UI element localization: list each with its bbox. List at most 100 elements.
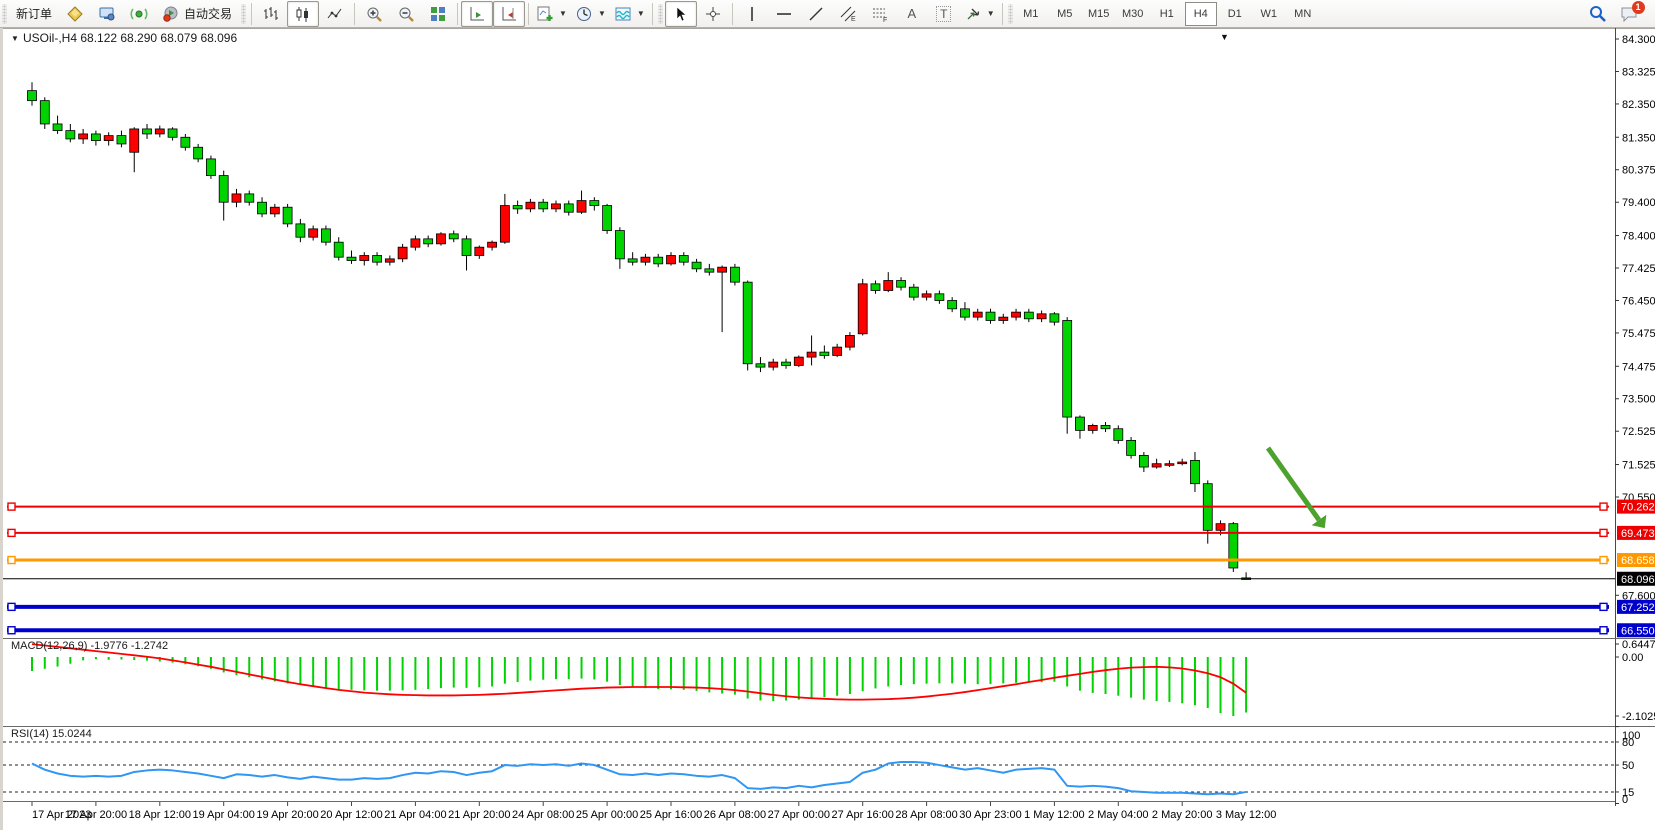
- tab-timeframe-w1[interactable]: W1: [1253, 2, 1285, 26]
- time-tick-label: 26 Apr 08:00: [704, 809, 766, 821]
- crosshair-tool-button[interactable]: [697, 1, 729, 27]
- rsi-axis-label: 80: [1622, 737, 1634, 749]
- candle-body: [321, 229, 330, 242]
- time-tick-label: 3 May 12:00: [1216, 809, 1277, 821]
- time-tick-label: 28 Apr 08:00: [895, 809, 957, 821]
- clock-icon: [575, 5, 593, 23]
- toolbar-grip[interactable]: [658, 4, 663, 24]
- price-tick-label: 72.525: [1622, 426, 1655, 438]
- tab-timeframe-h1[interactable]: H1: [1151, 2, 1183, 26]
- toolbar-grip[interactable]: [241, 4, 246, 24]
- candle-body: [845, 335, 854, 347]
- candle-body: [667, 256, 676, 264]
- toolbar-grip[interactable]: [2, 4, 7, 24]
- time-tick-label: 19 Apr 20:00: [256, 809, 318, 821]
- price-tick-label: 77.425: [1622, 263, 1655, 275]
- candlestick-mode-button[interactable]: [287, 1, 319, 27]
- new-chart-button[interactable]: ▼: [532, 1, 571, 27]
- label-t-icon: T: [936, 6, 951, 22]
- candle-body: [807, 352, 816, 357]
- tab-timeframe-m30[interactable]: M30: [1117, 2, 1149, 26]
- separator: [732, 3, 733, 25]
- toolbar-grip[interactable]: [1008, 4, 1013, 24]
- tab-timeframe-d1[interactable]: D1: [1219, 2, 1251, 26]
- hline-end-marker[interactable]: [1600, 557, 1607, 564]
- zoom-out-button[interactable]: [390, 1, 422, 27]
- hline-end-marker[interactable]: [1600, 503, 1607, 510]
- horizontal-line-icon: [775, 5, 793, 23]
- hline-end-marker[interactable]: [8, 529, 15, 536]
- market-watch-button[interactable]: [91, 1, 123, 27]
- new-order-button[interactable]: 新订单: [9, 1, 59, 27]
- candle-body: [769, 362, 778, 367]
- zoom-in-button[interactable]: [358, 1, 390, 27]
- hline-end-marker[interactable]: [1600, 627, 1607, 634]
- label-tool-button[interactable]: T: [928, 1, 960, 27]
- hline-end-marker[interactable]: [1600, 529, 1607, 536]
- candle-body: [373, 256, 382, 263]
- candle-body: [219, 176, 228, 203]
- tile-windows-button[interactable]: [422, 1, 454, 27]
- auto-scroll-button[interactable]: [461, 1, 493, 27]
- price-tick-label: 73.500: [1622, 394, 1655, 406]
- auto-trading-button[interactable]: 自动交易: [155, 1, 239, 27]
- chart-shift-button[interactable]: [493, 1, 525, 27]
- hline-end-marker[interactable]: [1600, 603, 1607, 610]
- tab-timeframe-m5[interactable]: M5: [1049, 2, 1081, 26]
- equidistant-channel-tool-button[interactable]: E: [832, 1, 864, 27]
- signal-button[interactable]: [123, 1, 155, 27]
- bar-chart-mode-button[interactable]: [255, 1, 287, 27]
- fibonacci-tool-button[interactable]: F: [864, 1, 896, 27]
- chevron-down-icon: ▼: [987, 9, 995, 18]
- period-clock-button[interactable]: ▼: [571, 1, 610, 27]
- notification-badge: 1: [1632, 1, 1645, 14]
- zoom-out-icon: [397, 5, 415, 23]
- candle-body: [104, 136, 113, 141]
- macd-indicator-label: MACD(12,26,9) -1.9776 -1.2742: [11, 640, 168, 652]
- time-tick-label: 21 Apr 20:00: [448, 809, 510, 821]
- hline-end-marker[interactable]: [8, 503, 15, 510]
- crosshair-icon: [704, 5, 722, 23]
- monitor-user-icon: [98, 5, 116, 23]
- hline-end-marker[interactable]: [8, 557, 15, 564]
- candle-body: [117, 136, 126, 144]
- tab-timeframe-h4[interactable]: H4: [1185, 2, 1217, 26]
- candle-body: [258, 202, 267, 214]
- auto-scroll-icon: [468, 5, 486, 23]
- hline-end-marker[interactable]: [8, 627, 15, 634]
- chart-shift-marker-icon: ▼: [1220, 32, 1229, 42]
- price-tick-label: 79.400: [1622, 197, 1655, 209]
- time-tick-label: 25 Apr 16:00: [640, 809, 702, 821]
- tab-timeframe-m1[interactable]: M1: [1015, 2, 1047, 26]
- cursor-arrow-icon: [672, 5, 690, 23]
- candle-body: [475, 247, 484, 255]
- chart-properties-button[interactable]: ▼: [610, 1, 649, 27]
- candle-body: [66, 131, 75, 139]
- candle-body: [590, 201, 599, 206]
- horizontal-line-tool-button[interactable]: [768, 1, 800, 27]
- trading-terminal-window: { "toolbar": { "new_order_label": "新订单",…: [0, 0, 1655, 830]
- chevron-down-icon: ▼: [637, 9, 645, 18]
- separator: [251, 3, 252, 25]
- candle-body: [143, 129, 152, 134]
- hline-end-marker[interactable]: [8, 603, 15, 610]
- time-tick-label: 2 May 20:00: [1152, 809, 1213, 821]
- candle-body: [1088, 425, 1097, 430]
- trendline-tool-button[interactable]: [800, 1, 832, 27]
- notifications-button[interactable]: 1: [1613, 1, 1645, 27]
- text-tool-button[interactable]: A: [896, 1, 928, 27]
- price-chart-canvas[interactable]: 84.30083.32582.35081.35080.37579.40078.4…: [3, 28, 1655, 830]
- chart-window[interactable]: 84.30083.32582.35081.35080.37579.40078.4…: [0, 28, 1655, 830]
- cursor-tool-button[interactable]: [665, 1, 697, 27]
- layouts-button[interactable]: [59, 1, 91, 27]
- hline-price-badge-text: 66.550: [1621, 625, 1655, 637]
- rsi-axis-label: 0: [1622, 794, 1628, 806]
- tab-timeframe-m15[interactable]: M15: [1083, 2, 1115, 26]
- vertical-line-tool-button[interactable]: [736, 1, 768, 27]
- tab-timeframe-mn[interactable]: MN: [1287, 2, 1319, 26]
- search-button[interactable]: [1581, 1, 1613, 27]
- hline-price-badge-text: 69.473: [1621, 528, 1655, 540]
- line-chart-mode-button[interactable]: [319, 1, 351, 27]
- candle-body: [79, 134, 88, 139]
- arrows-tool-button[interactable]: ▼: [960, 1, 999, 27]
